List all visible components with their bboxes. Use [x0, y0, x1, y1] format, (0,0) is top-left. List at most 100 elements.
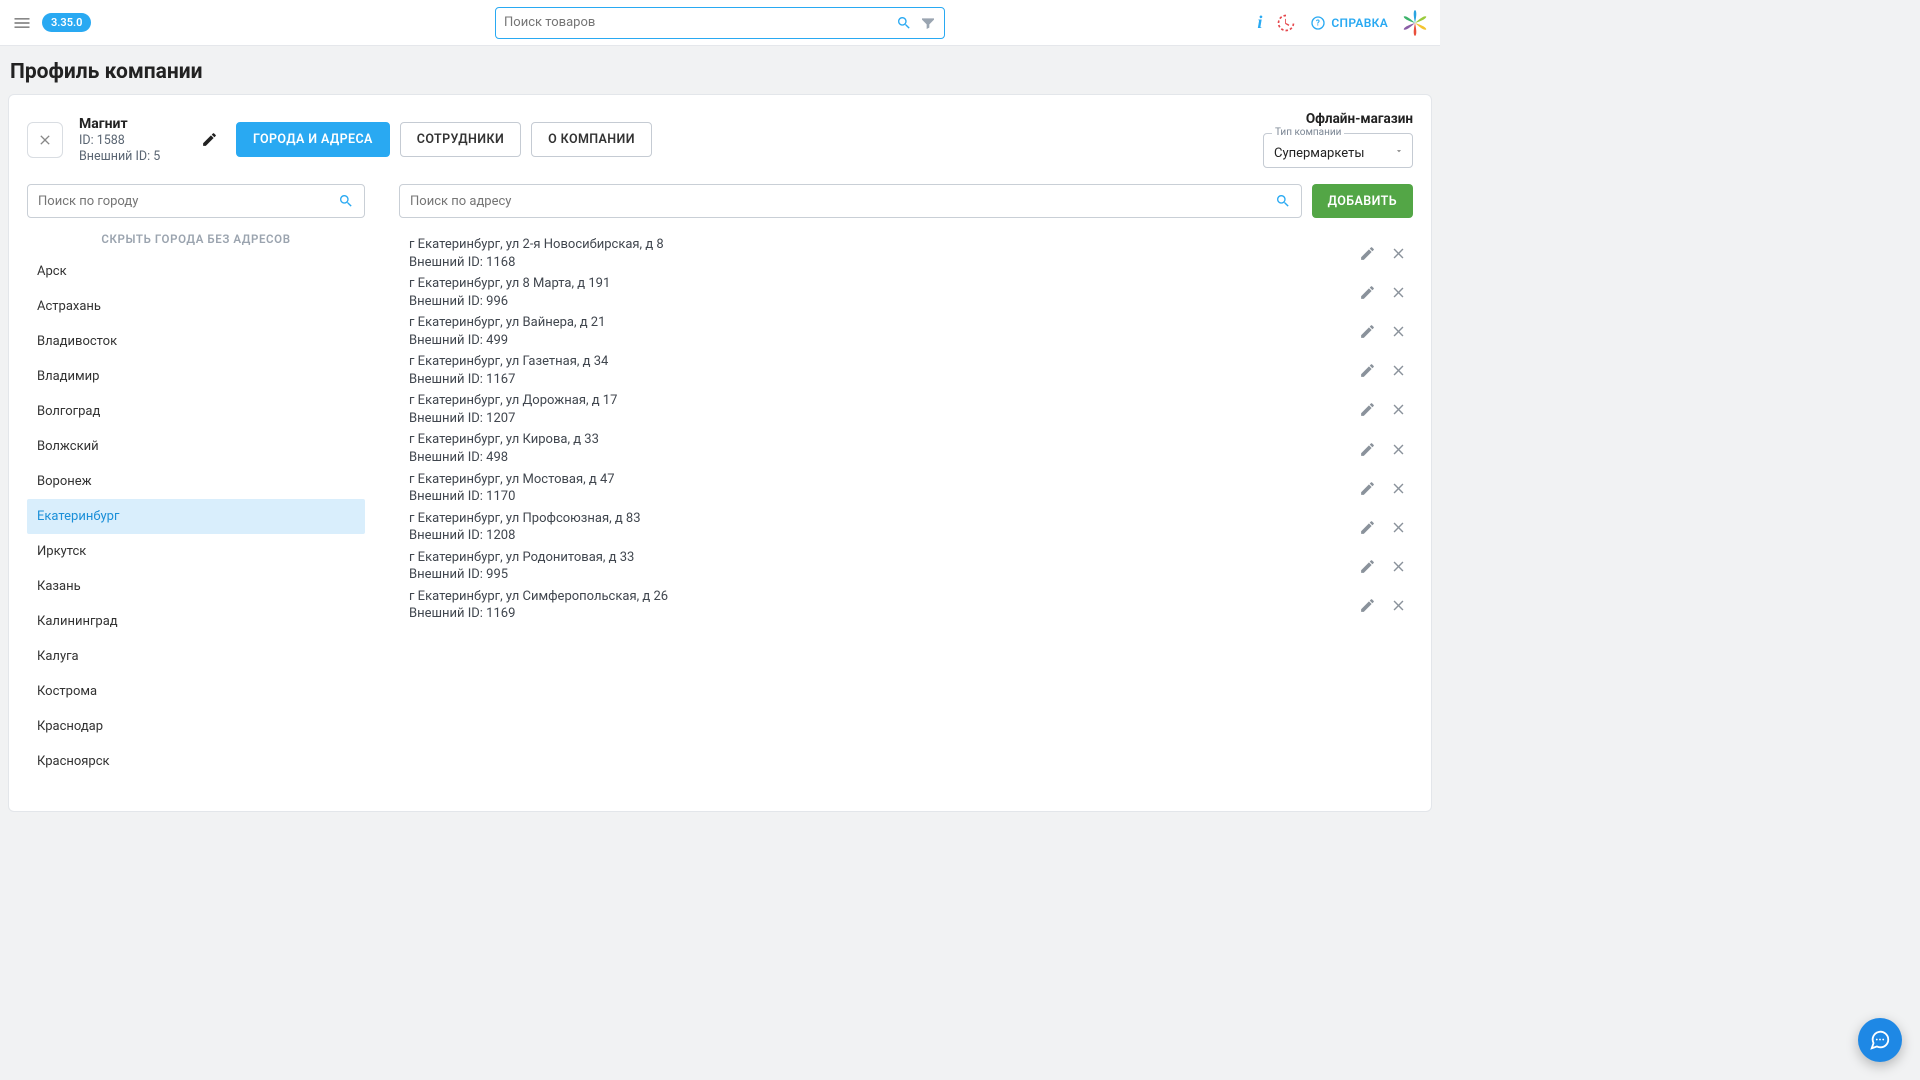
delete-icon[interactable] — [1390, 441, 1407, 458]
address-row: г Екатеринбург, ул Симферопольская, д 26… — [399, 586, 1413, 625]
edit-icon[interactable] — [1359, 441, 1376, 458]
city-item[interactable]: Владимир — [27, 359, 365, 394]
company-info: Магнит ID: 1588 Внешний ID: 5 — [79, 116, 189, 164]
company-name: Магнит — [79, 116, 189, 132]
address-text: г Екатеринбург, ул Вайнера, д 21Внешний … — [409, 312, 1359, 351]
tab-about[interactable]: О КОМПАНИИ — [531, 122, 652, 157]
city-item[interactable]: Воронеж — [27, 464, 365, 499]
address-row: г Екатеринбург, ул 2-я Новосибирская, д … — [399, 234, 1413, 273]
company-card: Магнит ID: 1588 Внешний ID: 5 ГОРОДА И А… — [8, 94, 1432, 812]
address-actions — [1359, 323, 1413, 340]
address-row: г Екатеринбург, ул Кирова, д 33Внешний I… — [399, 429, 1413, 468]
address-actions — [1359, 519, 1413, 536]
edit-icon[interactable] — [1359, 323, 1376, 340]
close-button[interactable] — [27, 122, 63, 158]
edit-icon[interactable] — [1359, 519, 1376, 536]
svg-text:?: ? — [1316, 18, 1320, 27]
company-type-select[interactable]: Тип компании Супермаркеты — [1263, 133, 1413, 168]
address-search-input[interactable] — [410, 194, 1275, 209]
edit-icon[interactable] — [1359, 401, 1376, 418]
global-search-input[interactable] — [504, 15, 906, 30]
city-item[interactable]: Волгоград — [27, 394, 365, 429]
company-ext-id: Внешний ID: 5 — [79, 149, 189, 164]
edit-icon[interactable] — [1359, 480, 1376, 497]
store-type: Офлайн-магазин — [1306, 111, 1413, 127]
address-row: г Екатеринбург, ул Газетная, д 34Внешний… — [399, 351, 1413, 390]
content-row: СКРЫТЬ ГОРОДА БЕЗ АДРЕСОВ АрскАстраханьВ… — [27, 184, 1413, 795]
city-item[interactable]: Волжский — [27, 429, 365, 464]
address-row: г Екатеринбург, ул Мостовая, д 47Внешний… — [399, 469, 1413, 508]
address-text: г Екатеринбург, ул Родонитовая, д 33Внеш… — [409, 547, 1359, 586]
page-title: Профиль компании — [0, 46, 1440, 94]
help-link[interactable]: ? СПРАВКА — [1310, 15, 1388, 31]
address-row: г Екатеринбург, ул 8 Марта, д 191Внешний… — [399, 273, 1413, 312]
city-search-input[interactable] — [38, 194, 338, 209]
delete-icon[interactable] — [1390, 519, 1407, 536]
company-id: ID: 1588 — [79, 133, 189, 148]
address-actions — [1359, 284, 1413, 301]
edit-icon[interactable] — [1359, 362, 1376, 379]
tabs: ГОРОДА И АДРЕСА СОТРУДНИКИ О КОМПАНИИ — [236, 122, 652, 157]
address-actions — [1359, 245, 1413, 262]
delete-icon[interactable] — [1390, 245, 1407, 262]
global-search[interactable] — [495, 7, 945, 39]
addresses-panel: ДОБАВИТЬ г Екатеринбург, ул 2-я Новосиби… — [399, 184, 1413, 795]
address-text: г Екатеринбург, ул 2-я Новосибирская, д … — [409, 234, 1359, 273]
delete-icon[interactable] — [1390, 558, 1407, 575]
edit-icon[interactable] — [1359, 245, 1376, 262]
city-item[interactable]: Калининград — [27, 604, 365, 639]
delete-icon[interactable] — [1390, 362, 1407, 379]
edit-company-icon[interactable] — [201, 131, 218, 148]
address-row: г Екатеринбург, ул Вайнера, д 21Внешний … — [399, 312, 1413, 351]
menu-icon[interactable] — [12, 13, 32, 33]
city-item[interactable]: Калуга — [27, 639, 365, 674]
topbar-right: i ? СПРАВКА — [1257, 10, 1428, 36]
city-search[interactable] — [27, 184, 365, 218]
city-item[interactable]: Арск — [27, 254, 365, 289]
delete-icon[interactable] — [1390, 401, 1407, 418]
city-item[interactable]: Кострома — [27, 674, 365, 709]
filter-icon[interactable] — [920, 15, 936, 31]
address-text: г Екатеринбург, ул Мостовая, д 47Внешний… — [409, 469, 1359, 508]
address-row: г Екатеринбург, ул Родонитовая, д 33Внеш… — [399, 547, 1413, 586]
search-icon[interactable] — [896, 15, 912, 31]
city-item[interactable]: Астрахань — [27, 289, 365, 324]
city-item[interactable]: Краснодар — [27, 709, 365, 744]
add-address-button[interactable]: ДОБАВИТЬ — [1312, 184, 1413, 218]
address-text: г Екатеринбург, ул Газетная, д 34Внешний… — [409, 351, 1359, 390]
search-icon[interactable] — [1275, 193, 1291, 209]
city-item[interactable]: Владивосток — [27, 324, 365, 359]
company-header: Магнит ID: 1588 Внешний ID: 5 ГОРОДА И А… — [27, 111, 1413, 168]
tab-staff[interactable]: СОТРУДНИКИ — [400, 122, 521, 157]
delete-icon[interactable] — [1390, 480, 1407, 497]
delete-icon[interactable] — [1390, 323, 1407, 340]
chat-bubble[interactable] — [1858, 1018, 1902, 1062]
city-item[interactable]: Красноярск — [27, 744, 365, 779]
address-list: г Екатеринбург, ул 2-я Новосибирская, д … — [399, 234, 1413, 795]
address-text: г Екатеринбург, ул Дорожная, д 17Внешний… — [409, 390, 1359, 429]
history-icon[interactable] — [1276, 13, 1296, 33]
app-logo — [1402, 10, 1428, 36]
hide-empty-cities[interactable]: СКРЫТЬ ГОРОДА БЕЗ АДРЕСОВ — [27, 218, 365, 252]
city-list[interactable]: АрскАстраханьВладивостокВладимирВолгогра… — [27, 254, 365, 795]
address-actions — [1359, 401, 1413, 418]
address-actions — [1359, 441, 1413, 458]
delete-icon[interactable] — [1390, 597, 1407, 614]
city-item[interactable]: Екатеринбург — [27, 499, 365, 534]
info-icon[interactable]: i — [1257, 12, 1262, 33]
company-header-right: Офлайн-магазин Тип компании Супермаркеты — [1263, 111, 1413, 168]
address-toolbar: ДОБАВИТЬ — [399, 184, 1413, 218]
chevron-down-icon — [1394, 146, 1404, 156]
delete-icon[interactable] — [1390, 284, 1407, 301]
city-item[interactable]: Казань — [27, 569, 365, 604]
search-icon[interactable] — [338, 193, 354, 209]
address-actions — [1359, 480, 1413, 497]
edit-icon[interactable] — [1359, 558, 1376, 575]
edit-icon[interactable] — [1359, 284, 1376, 301]
tab-cities[interactable]: ГОРОДА И АДРЕСА — [236, 122, 390, 157]
address-actions — [1359, 597, 1413, 614]
city-item[interactable]: Иркутск — [27, 534, 365, 569]
address-search[interactable] — [399, 184, 1302, 218]
cities-panel: СКРЫТЬ ГОРОДА БЕЗ АДРЕСОВ АрскАстраханьВ… — [27, 184, 365, 795]
edit-icon[interactable] — [1359, 597, 1376, 614]
